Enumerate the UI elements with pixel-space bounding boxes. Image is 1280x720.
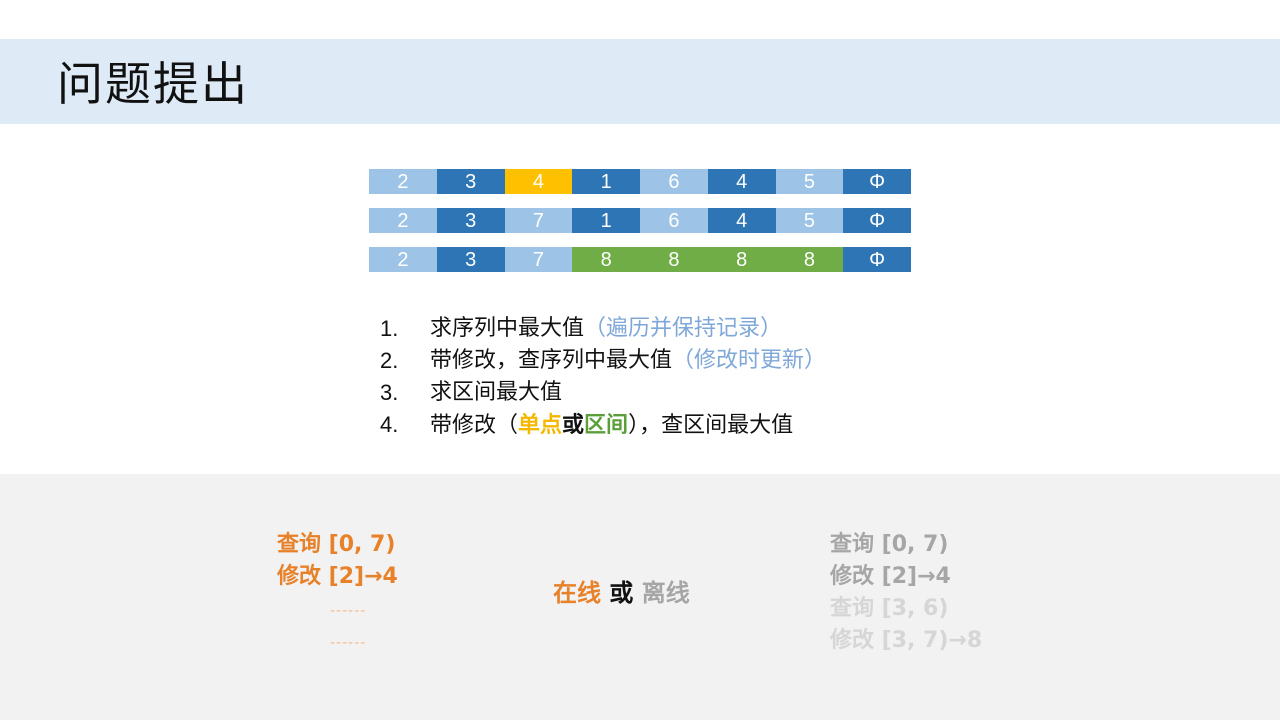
range-label: 区间 bbox=[584, 412, 629, 438]
array-cell: 8 bbox=[572, 247, 640, 272]
array-cell: 4 bbox=[504, 169, 573, 194]
array-cell: 3 bbox=[436, 247, 505, 272]
list-text: 求区间最大值 bbox=[430, 380, 563, 405]
offline-op: 查询 [0, 7) bbox=[830, 532, 949, 557]
ellipsis-dashes: ------ bbox=[330, 603, 367, 619]
page-title: 问题提出 bbox=[57, 57, 249, 111]
or-label: 或 bbox=[609, 578, 634, 607]
array-cell: Φ bbox=[843, 247, 911, 272]
offline-op: 修改 [3, 7)→8 bbox=[830, 628, 983, 653]
single-point-label: 单点 bbox=[518, 412, 563, 438]
array-cell: 8 bbox=[640, 247, 708, 272]
array-cell: 8 bbox=[707, 247, 776, 272]
array-cell: 6 bbox=[640, 208, 708, 233]
array-cell: 4 bbox=[707, 169, 776, 194]
list-number: 3. bbox=[380, 380, 399, 405]
online-op-update: 修改 [2]→4 bbox=[277, 564, 398, 589]
array-cell: 3 bbox=[436, 169, 505, 194]
mode-label: 在线 或 离线 bbox=[553, 577, 690, 609]
list-number: 2. bbox=[380, 348, 399, 373]
list-text: 带修改，查序列中最大值 bbox=[430, 348, 673, 373]
array-row-2: 2371645Φ bbox=[369, 208, 911, 233]
array-row-1: 2341645Φ bbox=[369, 169, 911, 194]
online-ops: 查询 [0, 7) 修改 [2]→4 bbox=[277, 529, 398, 593]
list-text-prefix: 带修改（ bbox=[430, 413, 519, 438]
or-label: 或 bbox=[562, 412, 585, 438]
offline-op: 查询 [3, 6) bbox=[830, 596, 949, 621]
array-cell: 6 bbox=[640, 169, 708, 194]
list-number: 4. bbox=[380, 412, 399, 437]
array-row-3: 2378888Φ bbox=[369, 247, 911, 272]
list-hint: （遍历并保持记录） bbox=[584, 316, 783, 341]
array-cell: 1 bbox=[572, 169, 640, 194]
array-cell: 7 bbox=[504, 247, 573, 272]
array-cell: Φ bbox=[843, 208, 911, 233]
online-op-query: 查询 [0, 7) bbox=[277, 532, 396, 557]
list-hint: （修改时更新） bbox=[672, 348, 827, 373]
array-cell: 7 bbox=[504, 208, 573, 233]
array-cell: Φ bbox=[843, 169, 911, 194]
offline-op: 修改 [2]→4 bbox=[830, 564, 951, 589]
array-cell: 2 bbox=[369, 208, 437, 233]
list-text-suffix: ），查区间最大值 bbox=[628, 413, 794, 438]
array-cell: 2 bbox=[369, 247, 437, 272]
array-cell: 4 bbox=[707, 208, 776, 233]
array-cell: 1 bbox=[572, 208, 640, 233]
array-cell: 5 bbox=[775, 169, 844, 194]
array-cell: 3 bbox=[436, 208, 505, 233]
array-cell: 2 bbox=[369, 169, 437, 194]
offline-label: 离线 bbox=[641, 578, 690, 607]
array-cell: 5 bbox=[775, 208, 844, 233]
list-number: 1. bbox=[380, 316, 399, 341]
list-text: 求序列中最大值 bbox=[430, 316, 585, 341]
online-label: 在线 bbox=[553, 578, 601, 607]
array-cell: 8 bbox=[775, 247, 844, 272]
ellipsis-dashes: ------ bbox=[330, 635, 367, 651]
offline-ops: 查询 [0, 7) 修改 [2]→4 查询 [3, 6) 修改 [3, 7)→8 bbox=[830, 529, 982, 657]
